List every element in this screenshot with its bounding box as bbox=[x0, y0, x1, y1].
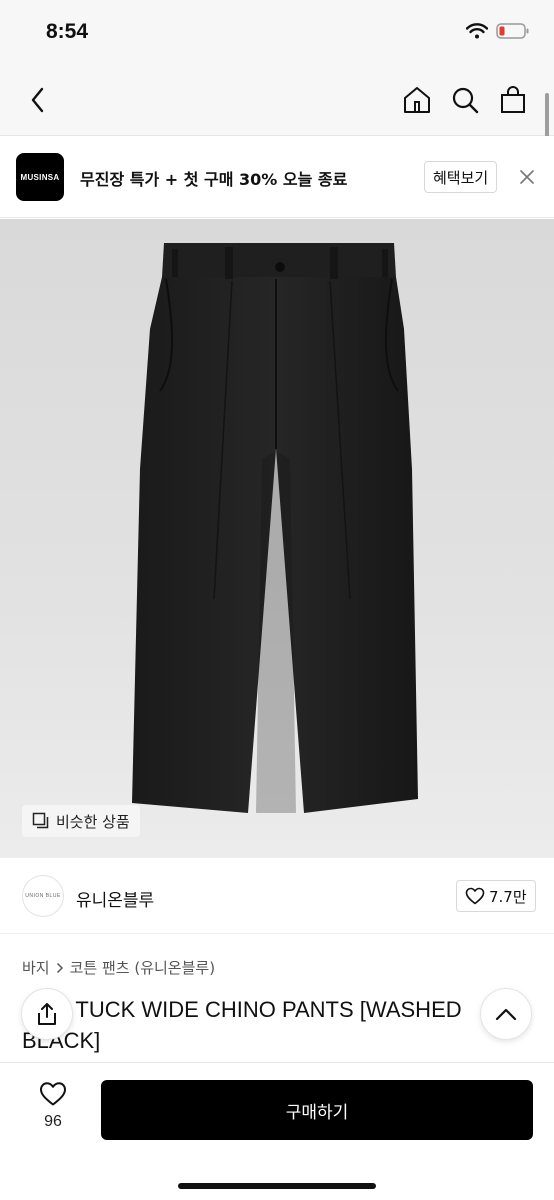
search-icon bbox=[452, 87, 479, 114]
wishlist-button[interactable]: 96 bbox=[24, 1081, 82, 1141]
share-button[interactable] bbox=[21, 988, 73, 1040]
promo-close-button[interactable] bbox=[514, 164, 540, 190]
search-button[interactable] bbox=[445, 80, 485, 120]
promo-text: 무진장 특가 + 첫 구매 30% 오늘 종료 bbox=[80, 170, 348, 189]
share-icon bbox=[38, 1003, 56, 1025]
brand-row[interactable]: UNION BLUE 유니온블루 7.7만 bbox=[0, 858, 554, 934]
status-time: 8:54 bbox=[46, 20, 89, 43]
heart-icon bbox=[40, 1082, 66, 1106]
status-icons bbox=[466, 22, 530, 40]
promo-banner[interactable]: MUSINSA 무진장 특가 + 첫 구매 30% 오늘 종료 혜택보기 bbox=[0, 136, 554, 218]
wifi-icon bbox=[466, 23, 488, 39]
breadcrumb-level2[interactable]: 코튼 팬츠 (유니온블루) bbox=[70, 957, 215, 978]
cart-button[interactable] bbox=[493, 80, 533, 120]
similar-items-icon bbox=[32, 812, 49, 829]
breadcrumb: 바지 코튼 팬츠 (유니온블루) bbox=[22, 957, 215, 978]
back-button[interactable] bbox=[18, 80, 58, 120]
brand-like-count: 7.7만 bbox=[489, 887, 527, 906]
back-icon bbox=[31, 87, 44, 113]
home-button[interactable] bbox=[397, 80, 437, 120]
close-icon bbox=[520, 170, 534, 184]
product-image[interactable]: 비슷한 상품 bbox=[0, 219, 554, 858]
benefit-button[interactable]: 혜택보기 bbox=[424, 161, 498, 193]
product-title: ONE TUCK WIDE CHINO PANTS [WASHED BLACK] bbox=[22, 997, 462, 1053]
musinsa-logo: MUSINSA bbox=[16, 153, 64, 201]
chevron-right-icon bbox=[56, 962, 63, 973]
similar-products-button[interactable]: 비슷한 상품 bbox=[22, 805, 140, 837]
battery-icon bbox=[496, 23, 529, 39]
brand-logo[interactable]: UNION BLUE bbox=[22, 875, 64, 917]
brand-like-button[interactable]: 7.7만 bbox=[456, 880, 536, 912]
bottom-bar: 96 구매하기 bbox=[0, 1062, 554, 1200]
chevron-up-icon bbox=[495, 1008, 517, 1021]
status-bar: 8:54 bbox=[0, 0, 554, 64]
shopping-bag-icon bbox=[501, 86, 525, 113]
home-icon bbox=[404, 87, 430, 113]
brand-name[interactable]: 유니온블루 bbox=[76, 886, 154, 911]
pants-image bbox=[132, 243, 418, 813]
breadcrumb-level1[interactable]: 바지 bbox=[22, 957, 50, 978]
scroll-top-button[interactable] bbox=[480, 988, 532, 1040]
buy-button[interactable]: 구매하기 bbox=[101, 1080, 533, 1140]
similar-products-label: 비슷한 상품 bbox=[56, 812, 130, 831]
home-indicator bbox=[178, 1183, 376, 1189]
nav-bar bbox=[0, 64, 554, 136]
wishlist-count: 96 bbox=[44, 1113, 62, 1130]
heart-icon bbox=[465, 887, 485, 905]
